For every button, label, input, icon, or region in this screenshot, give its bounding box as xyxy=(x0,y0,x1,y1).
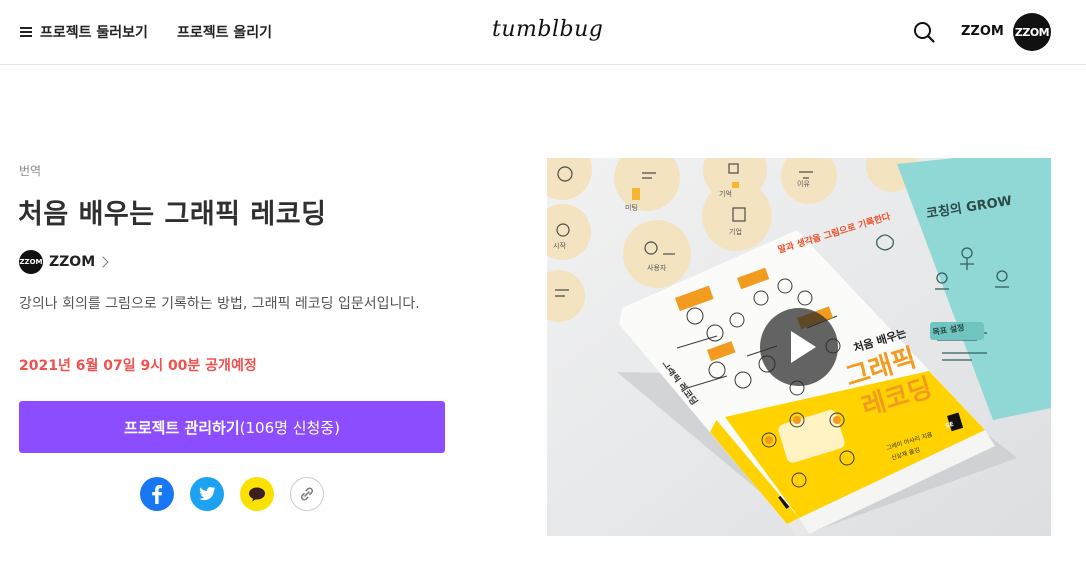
copy-link-button[interactable] xyxy=(290,477,324,511)
user-avatar[interactable]: ZZOM xyxy=(1013,13,1051,51)
manage-project-button[interactable]: 프로젝트 관리하기 (106명 신청중) xyxy=(19,401,445,453)
project-description: 강의나 회의를 그림으로 기록하는 방법, 그래픽 레코딩 입문서입니다. xyxy=(19,296,420,312)
manage-project-label: 프로젝트 관리하기 xyxy=(124,418,240,437)
twitter-icon xyxy=(199,486,216,501)
link-icon xyxy=(301,487,313,501)
creator-name: ZZOM xyxy=(49,254,96,270)
kakaotalk-icon xyxy=(249,487,265,502)
signup-count: (106명 신청중) xyxy=(239,418,340,437)
twitter-share-button[interactable] xyxy=(190,477,224,511)
browse-projects-link[interactable]: 프로젝트 둘러보기 xyxy=(20,22,148,42)
project-category[interactable]: 번역 xyxy=(19,162,41,179)
launch-schedule: 2021년 6월 07일 9시 00분 공개예정 xyxy=(19,358,257,374)
site-logo[interactable]: tumblbug xyxy=(492,17,603,42)
svg-text:시작: 시작 xyxy=(553,241,566,250)
top-navigation-bar: 프로젝트 둘러보기 프로젝트 올리기 tumblbug ZZOM ZZOM xyxy=(0,0,1086,65)
chevron-right-icon xyxy=(97,256,109,268)
upload-project-link[interactable]: 프로젝트 올리기 xyxy=(177,22,272,42)
facebook-share-button[interactable] xyxy=(140,477,174,511)
creator-avatar: ZZOM xyxy=(19,250,43,274)
kakaotalk-share-button[interactable] xyxy=(240,477,274,511)
svg-text:사용자: 사용자 xyxy=(647,263,667,272)
svg-text:미팅: 미팅 xyxy=(625,203,638,212)
play-icon[interactable] xyxy=(760,308,838,386)
facebook-icon xyxy=(152,485,163,504)
browse-projects-label: 프로젝트 둘러보기 xyxy=(40,25,148,41)
creator-link[interactable]: ZZOM ZZOM xyxy=(19,250,109,274)
search-icon[interactable] xyxy=(913,21,935,43)
project-title: 처음 배우는 그래픽 레코딩 xyxy=(18,199,327,230)
user-name[interactable]: ZZOM xyxy=(961,24,1004,39)
svg-text:기업: 기업 xyxy=(729,227,742,236)
svg-text:이유: 이유 xyxy=(797,179,810,188)
hamburger-icon xyxy=(20,27,32,37)
svg-text:기억: 기억 xyxy=(719,189,732,198)
